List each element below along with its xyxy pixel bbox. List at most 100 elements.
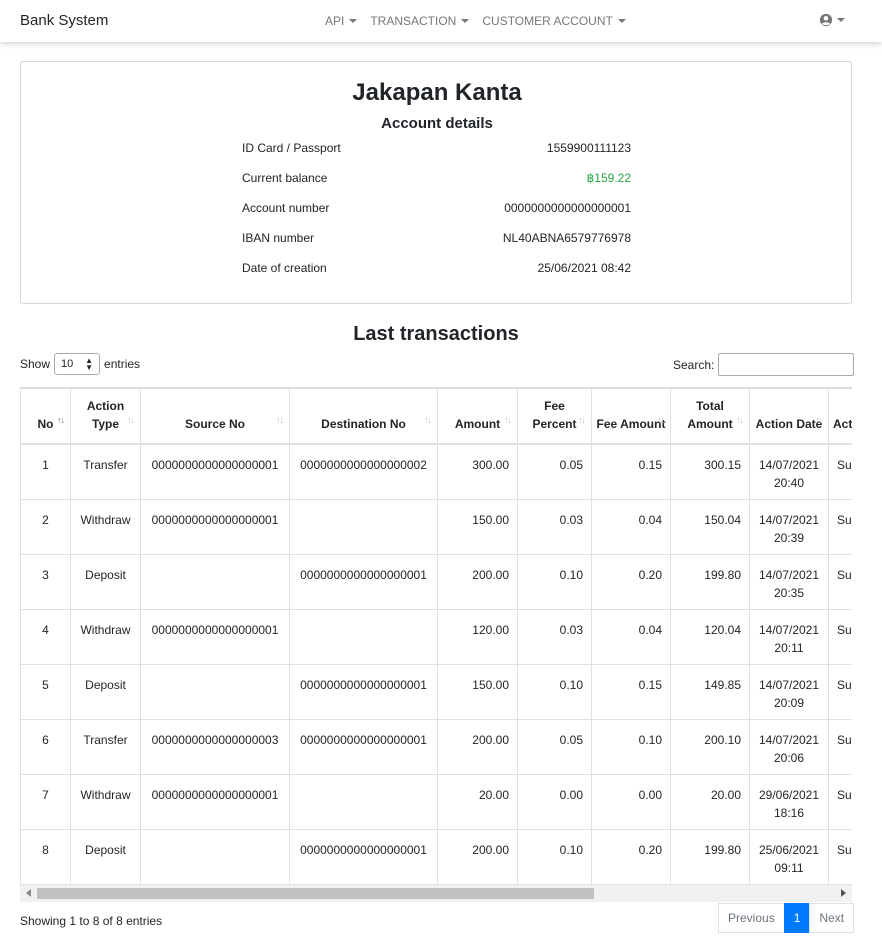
cell-source-no — [140, 664, 290, 720]
column-header-action-status[interactable]: Action Status↑↓ — [828, 389, 852, 445]
cell-total-amount: 200.10 — [670, 719, 750, 775]
user-circle-icon — [819, 13, 833, 27]
cell-action-date: 14/07/2021 20:35 — [749, 554, 829, 610]
cell-total-amount: 199.80 — [670, 829, 750, 885]
scroll-right-icon[interactable] — [841, 889, 846, 897]
cell-source-no: 0000000000000000001 — [140, 609, 290, 665]
detail-value: 0000000000000000001 — [504, 201, 631, 215]
sort-icon: ↑↓ — [736, 415, 744, 425]
column-header-destination-no[interactable]: Destination No ↑↓ — [289, 389, 438, 445]
table-row: 7 Withdraw 0000000000000000001 20.00 0.00 0.0… — [20, 774, 852, 830]
column-header-action-type[interactable]: Action Type ↑↓ — [70, 389, 141, 445]
cell-source-no: 0000000000000000003 — [140, 719, 290, 775]
cell-no: 6 — [20, 719, 71, 775]
search-label: Search: — [673, 357, 715, 372]
table-row: 4 Withdraw 0000000000000000001 120.00 0.03 0.… — [20, 609, 852, 665]
transactions-heading: Last transactions — [353, 323, 519, 345]
pagination-previous[interactable]: Previous — [718, 903, 785, 933]
table-row: 5 Deposit 0000000000000000001 150.00 0.10 0.1… — [20, 664, 852, 720]
nav-item-transaction[interactable]: TRANSACTION — [370, 14, 470, 28]
cell-action-type: Transfer — [70, 719, 141, 775]
column-header-source-no[interactable]: Source No ↑↓ — [140, 389, 290, 445]
cell-amount: 20.00 — [437, 774, 518, 830]
cell-destination-no — [289, 499, 438, 555]
cell-action-status: Success — [828, 499, 852, 555]
cell-no: 4 — [20, 609, 71, 665]
page-length-select[interactable]: 10 ▲ ▼ — [54, 353, 101, 375]
nav-item-label: API — [325, 14, 345, 28]
column-header-label: Fee Amount — [596, 417, 666, 431]
cell-total-amount: 120.04 — [670, 609, 750, 665]
account-details-heading: Account details — [381, 115, 493, 132]
cell-no: 7 — [20, 774, 71, 830]
navbar: Bank System API TRANSACTION CUSTOMER ACC… — [0, 0, 882, 42]
detail-label: ID Card / Passport — [242, 141, 341, 155]
column-header-action-date[interactable]: Action Date ↑↓ — [749, 389, 829, 445]
column-header-no[interactable]: No ↑↓ — [20, 389, 71, 445]
cell-action-date: 14/07/2021 20:09 — [749, 664, 829, 720]
column-header-label: Destination No — [321, 417, 406, 431]
cell-action-status: Success — [828, 829, 852, 885]
cell-amount: 150.00 — [437, 664, 518, 720]
sort-icon: ↑↓ — [276, 415, 284, 425]
column-header-fee-amount[interactable]: Fee Amount ↑↓ — [591, 389, 671, 445]
cell-source-no: 0000000000000000001 — [140, 444, 290, 500]
cell-amount: 120.00 — [437, 609, 518, 665]
cell-action-type: Deposit — [70, 554, 141, 610]
user-menu[interactable] — [819, 13, 845, 27]
column-header-amount[interactable]: Amount ↑↓ — [437, 389, 518, 445]
horizontal-scrollbar[interactable] — [20, 885, 852, 902]
cell-destination-no: 0000000000000000001 — [289, 829, 438, 885]
sort-icon: ↑↓ — [657, 415, 665, 425]
transactions-table: No ↑↓ Action Type ↑↓ Source No ↑↓ Destinati… — [20, 389, 852, 885]
search-control: Search: — [673, 353, 855, 376]
detail-value: 25/06/2021 08:42 — [537, 261, 631, 275]
detail-value: NL40ABNA6579776978 — [502, 231, 631, 245]
detail-row-balance: Current balance ฿159.22 — [242, 171, 631, 187]
scrollbar-thumb[interactable] — [37, 888, 594, 899]
detail-row-iban: IBAN number NL40ABNA6579776978 — [242, 231, 631, 247]
column-header-label: No — [37, 417, 54, 431]
current-balance-value: ฿159.22 — [586, 171, 631, 185]
table-row: 2 Withdraw 0000000000000000001 150.00 0.03 0.… — [20, 499, 852, 555]
cell-fee-amount: 0.15 — [591, 444, 671, 500]
column-header-total-amount[interactable]: Total Amount ↑↓ — [670, 389, 750, 445]
page-length-value: 10 — [61, 358, 74, 370]
table-row: 8 Deposit 0000000000000000001 200.00 0.10 0.2… — [20, 829, 852, 885]
cell-destination-no: 0000000000000000001 — [289, 664, 438, 720]
brand[interactable]: Bank System — [20, 12, 108, 29]
detail-label: Account number — [242, 201, 330, 215]
search-input[interactable] — [718, 353, 855, 376]
detail-row-id-card: ID Card / Passport 1559900111123 — [242, 141, 631, 157]
entries-label: entries — [104, 357, 141, 371]
cell-destination-no — [289, 609, 438, 665]
table-info: Showing 1 to 8 of 8 entries — [20, 914, 163, 928]
nav-item-customer-account[interactable]: CUSTOMER ACCOUNT — [482, 14, 626, 28]
cell-action-status: Success — [828, 444, 852, 500]
cell-no: 8 — [20, 829, 71, 885]
pagination-next[interactable]: Next — [809, 903, 855, 933]
cell-fee-percent: 0.00 — [517, 774, 592, 830]
scroll-left-icon[interactable] — [26, 889, 31, 897]
cell-fee-amount: 0.15 — [591, 664, 671, 720]
nav-item-api[interactable]: API — [325, 14, 358, 28]
detail-value: 1559900111123 — [546, 141, 631, 155]
cell-destination-no: 0000000000000000002 — [289, 444, 438, 500]
cell-total-amount: 300.15 — [670, 444, 750, 500]
column-header-fee-percent[interactable]: Fee Percent ↑↓ — [517, 389, 592, 445]
nav-item-label: TRANSACTION — [370, 14, 457, 28]
cell-destination-no: 0000000000000000001 — [289, 719, 438, 775]
cell-action-date: 14/07/2021 20:06 — [749, 719, 829, 775]
sort-icon: ↑↓ — [127, 415, 135, 425]
cell-fee-percent: 0.10 — [517, 829, 592, 885]
column-header-label: Action Type — [86, 399, 125, 431]
cell-amount: 200.00 — [437, 829, 518, 885]
cell-fee-percent: 0.10 — [517, 664, 592, 720]
cell-action-status: Success — [828, 554, 852, 610]
cell-action-type: Transfer — [70, 444, 141, 500]
cell-action-date: 29/06/2021 18:16 — [749, 774, 829, 830]
account-card: Jakapan Kanta Account details ID Card / … — [20, 61, 852, 304]
cell-action-status: Success — [828, 719, 852, 775]
pagination-page[interactable]: 1 — [783, 903, 811, 933]
cell-amount: 300.00 — [437, 444, 518, 500]
